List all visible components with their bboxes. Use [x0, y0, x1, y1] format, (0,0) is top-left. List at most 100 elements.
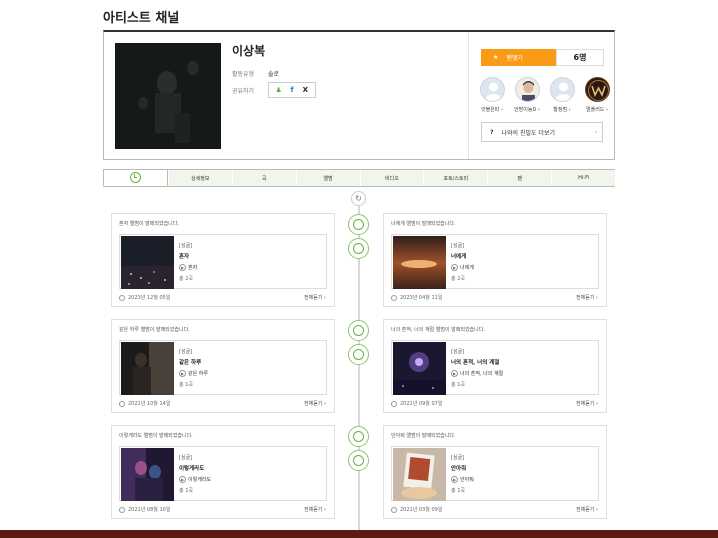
avatar — [584, 77, 610, 102]
album-box[interactable]: [싱글] 너에게 ▶ 너에게 총 2곡 — [391, 234, 599, 289]
fan-count: 6명 — [556, 49, 604, 66]
tab-songs[interactable]: 곡 — [231, 170, 296, 186]
chevron-right-icon: › — [594, 128, 597, 136]
play-all-link[interactable]: 전체듣기 › — [576, 400, 598, 407]
album-box[interactable]: [싱글] 이렇게라도 ▶ 이렇게라도 총 1곡 — [119, 446, 327, 501]
avatar — [514, 77, 540, 102]
card-heading: 너에게 앨범이 발매되었습니다. — [391, 221, 456, 227]
track-count: 총 2곡 — [179, 276, 193, 282]
activity-value: 솔로 — [268, 71, 280, 78]
album-box[interactable]: [싱글] 안아줘 ▶ 안아줘 총 1곡 — [391, 446, 599, 501]
share-melon-icon[interactable]: ♟ — [274, 86, 283, 95]
intimacy-button[interactable]: ? 나와의 친밀도 더보기 › — [481, 122, 603, 142]
fan-name: 앗볼은따 › — [481, 107, 503, 113]
track-count: 총 1곡 — [179, 382, 193, 388]
fan-list: 앗볼은따 › 안방이뇽D › 황정범 › 멀플러드 › — [477, 77, 612, 113]
fan-panel: ★ 팬맺기 6명 앗볼은따 › 안방이뇽D › 황정범 › 멀플러드 › ? 나… — [468, 32, 615, 159]
track-count: 총 1곡 — [451, 382, 465, 388]
clock-icon — [391, 400, 397, 407]
album-title[interactable]: 혼자 — [179, 252, 189, 260]
fan-button[interactable]: ★ 팬맺기 — [481, 49, 556, 66]
refresh-icon[interactable]: ↻ — [351, 191, 366, 206]
track-count: 총 2곡 — [451, 276, 465, 282]
share-x-icon[interactable]: X — [301, 86, 310, 95]
play-icon[interactable]: ▶ — [179, 370, 186, 377]
release-date: 2023년 12월 05일 — [119, 294, 170, 301]
album-art[interactable] — [121, 342, 174, 395]
album-art[interactable] — [121, 236, 174, 289]
tab-albums[interactable]: 앨범 — [295, 170, 360, 186]
track-row[interactable]: ▶ 안아줘 — [451, 476, 474, 483]
album-art[interactable] — [393, 448, 446, 501]
fan-item[interactable]: 황정범 › — [547, 77, 577, 113]
play-icon[interactable]: ▶ — [451, 370, 458, 377]
album-art[interactable] — [121, 448, 174, 501]
play-icon[interactable]: ▶ — [179, 264, 186, 271]
tab-photo-story[interactable]: 포토/스토리 — [423, 170, 488, 186]
timeline-card: 너에게 앨범이 발매되었습니다. [싱글] 너에게 ▶ 너에게 총 2곡 2023… — [383, 213, 607, 307]
card-heading: 이렇게라도 앨범이 발매되었습니다. — [119, 433, 193, 439]
fan-name: 멀플러드 › — [586, 107, 608, 113]
clock-icon — [119, 506, 125, 513]
tab-videos[interactable]: 비디오 — [359, 170, 424, 186]
album-box[interactable]: [싱글] 같은 하루 ▶ 같은 하루 총 1곡 — [119, 340, 327, 395]
track-name: 혼자 — [188, 265, 198, 271]
play-all-link[interactable]: 전체듣기 › — [304, 400, 326, 407]
play-icon[interactable]: ▶ — [451, 476, 458, 483]
page-title: 아티스트 채널 — [103, 11, 180, 26]
album-box[interactable]: [싱글] 혼자 ▶ 혼자 총 2곡 — [119, 234, 327, 289]
star-icon: ★ — [493, 54, 499, 61]
timeline-node — [348, 426, 369, 447]
clock-icon — [391, 294, 397, 301]
track-row[interactable]: ▶ 이렇게라도 — [179, 476, 211, 483]
timeline-node — [348, 344, 369, 365]
play-all-link[interactable]: 전체듣기 › — [304, 294, 326, 301]
artist-name: 이상복 — [232, 44, 266, 58]
track-row[interactable]: ▶ 너에게 — [451, 264, 474, 271]
track-name: 이렇게라도 — [188, 477, 212, 483]
card-heading: 혼자 앨범이 발매되었습니다. — [119, 221, 179, 227]
play-icon[interactable]: ▶ — [451, 264, 458, 271]
album-title[interactable]: 너에게 — [451, 252, 466, 260]
play-all-link[interactable]: 전체듣기 › — [576, 506, 598, 513]
track-row[interactable]: ▶ 같은 하루 — [179, 370, 208, 377]
fan-name: 황정범 › — [553, 107, 571, 113]
clock-icon — [119, 400, 125, 407]
share-facebook-icon[interactable]: f — [287, 86, 296, 95]
album-title[interactable]: 안아줘 — [451, 464, 466, 472]
album-art[interactable] — [393, 236, 446, 289]
track-name: 너에게 — [460, 265, 474, 271]
timeline-card: 너의 흔적, 너의 계절 앨범이 발매되었습니다. [싱글] 너의 흔적, 너의… — [383, 319, 607, 413]
play-icon[interactable]: ▶ — [179, 476, 186, 483]
tab-timeline[interactable] — [103, 170, 168, 186]
fan-item[interactable]: 안방이뇽D › — [512, 77, 542, 113]
play-all-link[interactable]: 전체듣기 › — [576, 294, 598, 301]
album-box[interactable]: [싱글] 너의 흔적, 너의 계절 ▶ 너의 흔적, 너의 계절 총 1곡 — [391, 340, 599, 395]
fan-item[interactable]: 앗볼은따 › — [477, 77, 507, 113]
artist-tabs: 상세정보 곡 앨범 비디오 포토/스토리 팬 Hi-Fi — [103, 169, 615, 187]
timeline-card: 같은 하루 앨범이 발매되었습니다. [싱글] 같은 하루 ▶ 같은 하루 총 1… — [111, 319, 335, 413]
album-type: [싱글] — [179, 455, 193, 461]
timeline-card: 혼자 앨범이 발매되었습니다. [싱글] 혼자 ▶ 혼자 총 2곡 2023년 1… — [111, 213, 335, 307]
tab-hifi[interactable]: Hi-Fi — [551, 170, 615, 186]
activity-row: 활동유형 솔로 — [232, 69, 279, 78]
card-heading: 안아줘 앨범이 발매되었습니다. — [391, 433, 456, 439]
clock-icon — [119, 294, 125, 301]
album-title[interactable]: 너의 흔적, 너의 계절 — [451, 358, 499, 366]
fan-item[interactable]: 멀플러드 › — [582, 77, 612, 113]
album-title[interactable]: 같은 하루 — [179, 358, 201, 366]
timeline-node — [348, 320, 369, 341]
track-row[interactable]: ▶ 혼자 — [179, 264, 197, 271]
tab-fans[interactable]: 팬 — [487, 170, 552, 186]
release-date: 2021년 09월 07일 — [391, 400, 442, 407]
album-title[interactable]: 이렇게라도 — [179, 464, 204, 472]
play-all-link[interactable]: 전체듣기 › — [304, 506, 326, 513]
artist-cover-image — [115, 43, 221, 149]
album-type: [싱글] — [451, 455, 465, 461]
tab-details[interactable]: 상세정보 — [167, 170, 232, 186]
activity-label: 활동유형 — [232, 71, 255, 78]
fan-button-label: 팬맺기 — [506, 55, 523, 62]
album-art[interactable] — [393, 342, 446, 395]
release-date: 2021년 08월 10일 — [119, 506, 170, 513]
track-row[interactable]: ▶ 너의 흔적, 너의 계절 — [451, 370, 503, 377]
